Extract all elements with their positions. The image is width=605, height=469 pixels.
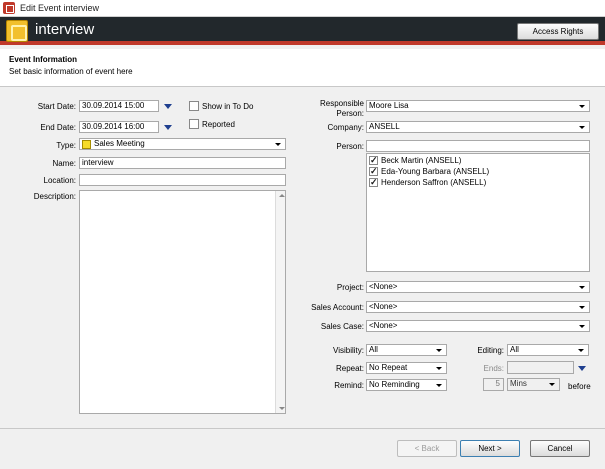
remind-before-label: before <box>568 382 591 391</box>
person-name: Henderson Saffron (ANSELL) <box>381 178 487 187</box>
window-title: Edit Event interview <box>20 3 100 13</box>
end-date-dropdown-icon[interactable] <box>164 125 172 130</box>
event-header: interview Access Rights <box>0 17 605 45</box>
reported-label: Reported <box>202 120 235 129</box>
person-list: Beck Martin (ANSELL) Eda-Young Barbara (… <box>366 153 590 272</box>
back-button[interactable]: < Back <box>397 440 457 457</box>
repeat-label: Repeat: <box>335 364 364 373</box>
type-select-value: Sales Meeting <box>94 139 145 148</box>
description-label: Description: <box>33 192 76 201</box>
list-item[interactable]: Henderson Saffron (ANSELL) <box>369 177 487 189</box>
reported-checkbox[interactable] <box>189 119 199 129</box>
sales-account-label: Sales Account: <box>311 303 364 312</box>
company-select[interactable]: ANSELL <box>366 121 590 133</box>
person-checkbox[interactable] <box>369 166 378 176</box>
project-select[interactable]: <None> <box>366 281 590 293</box>
ends-label: Ends: <box>483 364 504 373</box>
end-date-label: End Date: <box>40 123 76 132</box>
person-search-input[interactable] <box>366 140 590 152</box>
next-button[interactable]: Next > <box>460 440 520 457</box>
list-item[interactable]: Beck Martin (ANSELL) <box>369 155 462 167</box>
description-textarea[interactable] <box>79 190 286 414</box>
remind-unit-select[interactable]: Mins <box>507 378 560 391</box>
scroll-up-icon[interactable] <box>279 194 285 197</box>
type-label: Type: <box>56 141 76 150</box>
name-label: Name: <box>52 159 76 168</box>
responsible-person-select[interactable]: Moore Lisa <box>366 100 590 112</box>
company-label: Company: <box>327 123 364 132</box>
name-input[interactable]: interview <box>79 157 286 169</box>
cancel-button[interactable]: Cancel <box>530 440 590 457</box>
list-item[interactable]: Eda-Young Barbara (ANSELL) <box>369 166 490 178</box>
start-date-label: Start Date: <box>37 102 76 111</box>
editing-label: Editing: <box>477 346 504 355</box>
type-select[interactable]: Sales Meeting <box>79 138 286 150</box>
remind-select[interactable]: No Reminding <box>366 379 447 391</box>
sales-case-label: Sales Case: <box>320 322 364 331</box>
visibility-label: Visibility: <box>333 346 364 355</box>
section-subheading: Set basic information of event here <box>9 67 133 76</box>
calendar-event-icon <box>6 20 28 42</box>
ends-date-dropdown-icon[interactable] <box>578 366 586 371</box>
repeat-select[interactable]: No Repeat <box>366 362 447 374</box>
info-panel: Event Information Set basic information … <box>0 49 605 87</box>
remind-label: Remind: <box>334 381 364 390</box>
start-date-input[interactable]: 30.09.2014 15:00 <box>79 100 159 112</box>
window-titlebar: Edit Event interview <box>0 0 605 17</box>
sales-account-select[interactable]: <None> <box>366 301 590 313</box>
location-input[interactable] <box>79 174 286 186</box>
person-name: Eda-Young Barbara (ANSELL) <box>381 167 490 176</box>
project-label: Project: <box>336 283 364 292</box>
ends-date-input[interactable] <box>507 361 574 374</box>
responsible-label-line1: Responsible <box>319 99 364 108</box>
show-in-todo-label: Show in To Do <box>202 102 254 111</box>
app-icon <box>3 2 15 14</box>
end-date-input[interactable]: 30.09.2014 16:00 <box>79 121 159 133</box>
person-label: Person: <box>336 142 364 151</box>
remind-amount-input[interactable]: 5 <box>483 378 504 391</box>
person-checkbox[interactable] <box>369 177 378 187</box>
access-rights-button[interactable]: Access Rights <box>517 23 599 40</box>
responsible-person-label: Responsible Person: <box>300 99 364 119</box>
event-title: interview <box>35 21 95 38</box>
responsible-label-line2: Person: <box>336 109 364 118</box>
sales-case-select[interactable]: <None> <box>366 320 590 332</box>
description-scrollbar[interactable] <box>275 191 285 413</box>
person-checkbox[interactable] <box>369 155 378 165</box>
location-label: Location: <box>43 176 76 185</box>
start-date-dropdown-icon[interactable] <box>164 104 172 109</box>
type-color-icon <box>82 140 91 149</box>
section-heading: Event Information <box>9 55 78 64</box>
scroll-down-icon[interactable] <box>279 407 285 410</box>
footer-divider <box>0 428 605 429</box>
person-name: Beck Martin (ANSELL) <box>381 156 462 165</box>
editing-select[interactable]: All <box>507 344 589 356</box>
show-in-todo-checkbox[interactable] <box>189 101 199 111</box>
visibility-select[interactable]: All <box>366 344 447 356</box>
